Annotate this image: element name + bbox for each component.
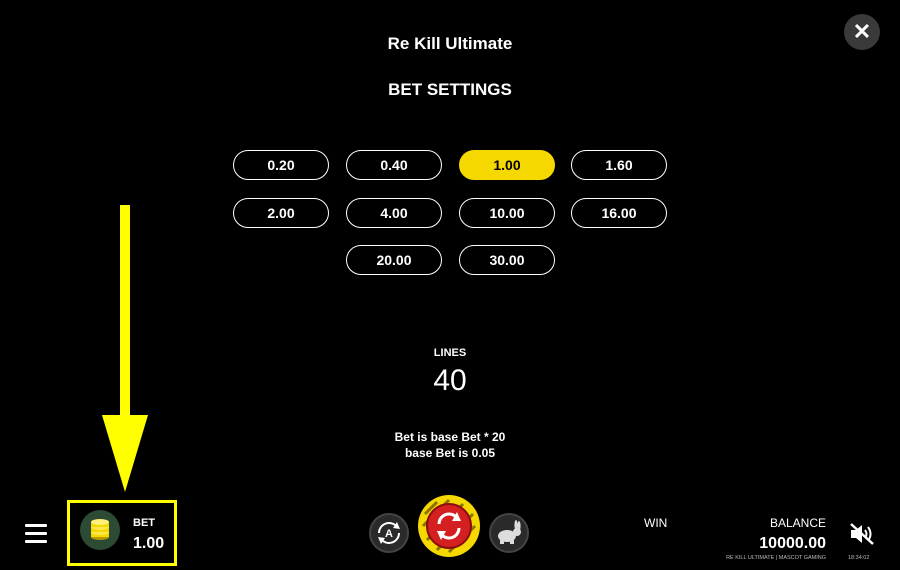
sound-toggle-button[interactable] (848, 522, 876, 546)
clock: 18:34:02 (848, 555, 870, 561)
bet-option[interactable]: 30.00 (459, 245, 555, 275)
bet-option[interactable]: 0.40 (346, 150, 442, 180)
coins-icon (91, 519, 109, 540)
bet-value: 1.00 (133, 535, 165, 552)
footer-game-info: RE KILL ULTIMATE | MASCOT GAMING (726, 555, 826, 561)
menu-button[interactable] (25, 524, 47, 544)
menu-icon-line (25, 540, 47, 543)
close-icon: ✕ (852, 19, 872, 44)
autoplay-icon: A (378, 522, 400, 544)
hamburger-menu-icon (25, 524, 47, 527)
spin-button[interactable] (417, 494, 481, 558)
bet-settings-heading: BET SETTINGS (388, 80, 512, 99)
balance-value: 10000.00 (759, 535, 826, 552)
bet-option[interactable]: 2.00 (233, 198, 329, 228)
bet-option[interactable]: 4.00 (346, 198, 442, 228)
bet-option[interactable]: 20.00 (346, 245, 442, 275)
turbo-button[interactable] (489, 513, 529, 553)
bet-option[interactable]: 16.00 (571, 198, 667, 228)
win-label: WIN (644, 516, 668, 530)
bet-option[interactable]: 10.00 (459, 198, 555, 228)
bet-option-selected[interactable]: 1.00 (459, 150, 555, 180)
bet-option[interactable]: 0.20 (233, 150, 329, 180)
balance-label: BALANCE (769, 516, 826, 530)
menu-icon-line (25, 532, 47, 535)
sound-muted-icon (850, 523, 874, 545)
bet-label: BET (133, 517, 155, 529)
turtle-rabbit-icon (498, 520, 521, 544)
bet-option[interactable]: 1.60 (571, 150, 667, 180)
annotation-arrow (102, 205, 148, 492)
game-title: Re Kill Ultimate (387, 34, 513, 53)
close-button[interactable]: ✕ (844, 14, 880, 50)
bet-settings-button[interactable] (80, 510, 120, 550)
svg-text:A: A (385, 528, 393, 540)
autoplay-button[interactable]: A (369, 513, 409, 553)
spin-icon (418, 495, 480, 557)
